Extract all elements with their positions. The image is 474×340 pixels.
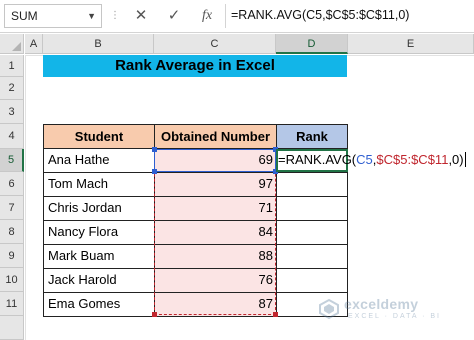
student-cell[interactable]: Jack Harold: [43, 268, 155, 293]
chevron-down-icon[interactable]: ▼: [87, 5, 96, 27]
row-header-11[interactable]: 11: [0, 292, 24, 316]
cell-reference-highlight: [154, 149, 276, 172]
range-handle[interactable]: [152, 312, 157, 317]
student-cell[interactable]: Tom Mach: [43, 172, 155, 197]
exceldemy-logo-icon: [319, 298, 339, 320]
formula-cell-ref: C5: [356, 152, 373, 167]
column-header-e[interactable]: E: [348, 34, 474, 54]
range-reference-highlight: [154, 149, 276, 315]
formula-bar-divider: [225, 4, 226, 28]
select-all-button[interactable]: [0, 34, 24, 54]
watermark-tagline: EXCEL · DATA · BI: [348, 313, 441, 320]
formula-bar: SUM ▼ ⋮ ✕ ✓ fx =RANK.AVG(C5,$C$5:$C$11,0…: [0, 0, 474, 33]
row-header-3[interactable]: 3: [0, 100, 24, 124]
header-rank[interactable]: Rank: [276, 124, 348, 149]
name-box-value: SUM: [11, 9, 38, 23]
formula-rest: ,0): [448, 152, 464, 167]
cell-edit-formula[interactable]: =RANK.AVG(C5,$C$5:$C$11,0): [278, 152, 466, 167]
student-cell[interactable]: Ana Hathe: [43, 148, 155, 173]
row-header-5[interactable]: 5: [0, 149, 24, 172]
rank-cell[interactable]: [276, 196, 348, 221]
rank-cell[interactable]: [276, 172, 348, 197]
name-box[interactable]: SUM ▼: [4, 4, 102, 28]
student-cell[interactable]: Mark Buam: [43, 244, 155, 269]
rank-cell[interactable]: [276, 220, 348, 245]
column-header-b[interactable]: B: [43, 34, 154, 54]
row-header-12[interactable]: [0, 316, 24, 340]
header-student[interactable]: Student: [43, 124, 155, 149]
row-header-7[interactable]: 7: [0, 196, 24, 220]
row-header-2[interactable]: 2: [0, 77, 24, 100]
rank-cell[interactable]: [276, 268, 348, 293]
row-header-4[interactable]: 4: [0, 124, 24, 149]
formula-range-ref: $C$5:$C$11: [376, 152, 449, 167]
column-header-c[interactable]: C: [154, 34, 276, 54]
column-header-d[interactable]: D: [276, 34, 348, 54]
insert-function-icon[interactable]: fx: [196, 5, 218, 27]
cancel-icon[interactable]: ✕: [130, 5, 152, 27]
formula-input[interactable]: =RANK.AVG(C5,$C$5:$C$11,0): [231, 8, 409, 22]
header-obtained-number[interactable]: Obtained Number: [154, 124, 277, 149]
reference-handle[interactable]: [152, 169, 157, 174]
row-header-8[interactable]: 8: [0, 220, 24, 244]
watermark-brand: exceldemy: [344, 296, 419, 312]
row-header-9[interactable]: 9: [0, 244, 24, 268]
enter-icon[interactable]: ✓: [163, 5, 185, 27]
drag-handle-icon[interactable]: ⋮: [110, 10, 121, 21]
student-cell[interactable]: Ema Gomes: [43, 292, 155, 317]
select-all-icon: [12, 42, 21, 51]
student-cell[interactable]: Nancy Flora: [43, 220, 155, 245]
range-handle[interactable]: [273, 312, 278, 317]
sheet-title[interactable]: Rank Average in Excel: [43, 55, 347, 77]
rank-cell[interactable]: [276, 244, 348, 269]
row-header-6[interactable]: 6: [0, 172, 24, 196]
student-cell[interactable]: Chris Jordan: [43, 196, 155, 221]
row-header-1[interactable]: 1: [0, 55, 24, 77]
formula-function: =RANK.AVG(: [278, 152, 357, 167]
text-cursor: [464, 152, 466, 167]
row-header-10[interactable]: 10: [0, 268, 24, 292]
reference-handle[interactable]: [152, 147, 157, 152]
column-header-a[interactable]: A: [25, 34, 43, 54]
